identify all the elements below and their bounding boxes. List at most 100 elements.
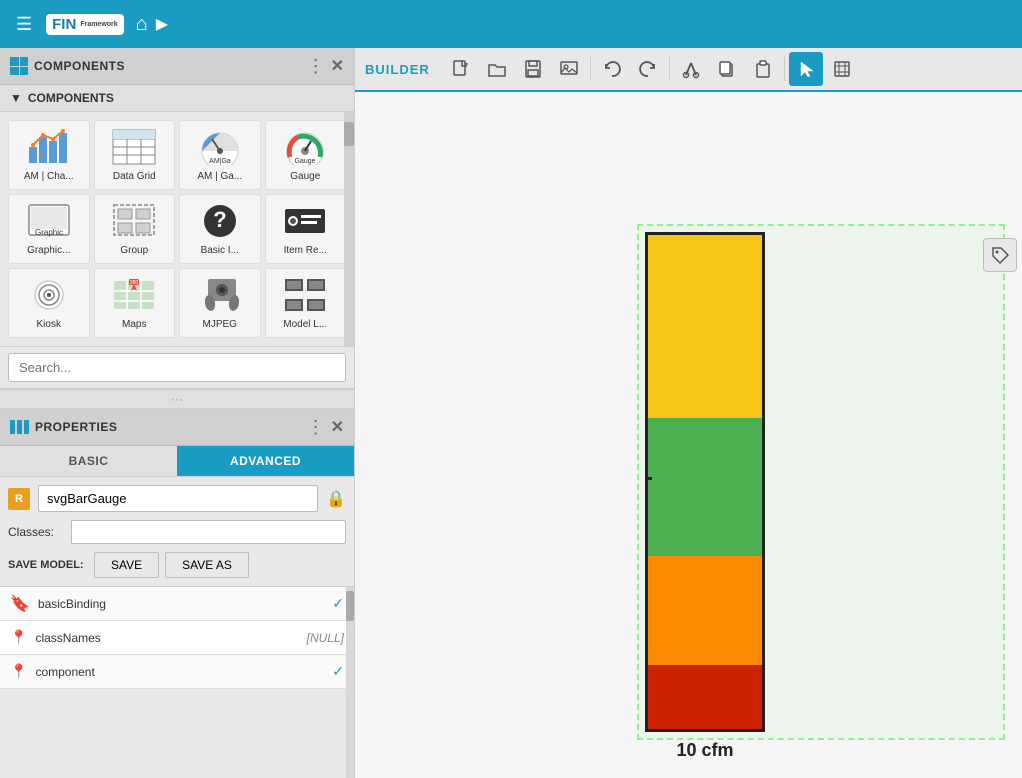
properties-close-button[interactable]: ✕	[331, 417, 344, 437]
main-layout: COMPONENTS ⋮ ✕ ▼ COMPONENTS	[0, 48, 1022, 778]
components-header-icon	[10, 57, 28, 75]
toolbar-separator-2	[669, 57, 670, 81]
properties-scrollbar[interactable]	[346, 587, 354, 778]
gauge-icon: Gauge	[281, 127, 329, 167]
component-amchart[interactable]: AM | Cha...	[8, 120, 90, 190]
lock-icon[interactable]: 🔒	[326, 489, 346, 509]
save-as-button[interactable]: SAVE AS	[165, 552, 249, 578]
tab-advanced[interactable]: ADVANCED	[177, 446, 354, 476]
prop-item-component[interactable]: 📍 component ✓	[0, 655, 354, 689]
properties-panel-header: PROPERTIES ⋮ ✕	[0, 409, 354, 446]
component-pin-icon: 📍	[10, 663, 27, 680]
amchart-label: AM | Cha...	[24, 171, 74, 183]
toolbar-new-button[interactable]	[444, 52, 478, 86]
toolbar-separator-3	[784, 57, 785, 81]
toolbar-redo-button[interactable]	[631, 52, 665, 86]
gauge-label: Gauge	[290, 171, 320, 183]
prop-item-classnames[interactable]: 📍 classNames [NULL]	[0, 621, 354, 655]
svg-text:?: ?	[213, 207, 226, 232]
component-modellink[interactable]: Model L...	[265, 268, 347, 338]
toolbar-image-button[interactable]	[552, 52, 586, 86]
gauge-segment-red	[648, 665, 762, 729]
component-name-input[interactable]: svgBarGauge	[38, 485, 318, 512]
toolbar-copy-button[interactable]	[710, 52, 744, 86]
search-container	[0, 346, 354, 389]
classnames-value: [NULL]	[307, 631, 344, 645]
component-datagrid[interactable]: Data Grid	[94, 120, 176, 190]
toolbar-save-button[interactable]	[516, 52, 550, 86]
toolbar-frame-button[interactable]	[825, 52, 859, 86]
components-close-button[interactable]: ✕	[331, 56, 344, 76]
component-mjpeg[interactable]: MJPEG	[179, 268, 261, 338]
component-gauge[interactable]: Gauge Gauge	[265, 120, 347, 190]
classes-label: Classes:	[8, 525, 63, 539]
gauge-wrapper	[645, 232, 765, 732]
components-dots-menu[interactable]: ⋮	[307, 57, 325, 75]
components-panel-header: COMPONENTS ⋮ ✕	[0, 48, 354, 85]
component-graphic[interactable]: Graphic Graphic...	[8, 194, 90, 264]
component-maps[interactable]: 280 Maps	[94, 268, 176, 338]
property-form: R svgBarGauge 🔒 Classes: SAVE MODEL: SAV…	[0, 477, 354, 586]
basicbinding-name: basicBinding	[38, 597, 324, 611]
panel-drag-handle[interactable]: ···	[0, 389, 354, 409]
component-itemref[interactable]: Item Re...	[265, 194, 347, 264]
amgauge-icon: AM|Ga	[196, 127, 244, 167]
basicinfo-icon: ?	[196, 201, 244, 241]
toolbar-select-button[interactable]	[789, 52, 823, 86]
component-group[interactable]: Group	[94, 194, 176, 264]
gauge-tag-button[interactable]	[983, 238, 1017, 272]
hamburger-menu[interactable]: ☰	[10, 10, 38, 39]
mjpeg-icon	[196, 275, 244, 315]
classes-input[interactable]	[71, 520, 346, 544]
component-r-icon: R	[8, 488, 30, 510]
toolbar-open-button[interactable]	[480, 52, 514, 86]
components-scrollbar[interactable]	[344, 112, 354, 346]
gauge-label-row: 10 cfm	[676, 736, 733, 761]
properties-section: PROPERTIES ⋮ ✕ BASIC ADVANCED R svgBarGa…	[0, 409, 354, 778]
search-input[interactable]	[8, 353, 346, 382]
save-button[interactable]: SAVE	[94, 552, 159, 578]
canvas-area[interactable]: 10 cfm	[355, 92, 1022, 778]
forward-arrow-icon[interactable]: ▶	[156, 14, 168, 34]
gauge-bar-outer	[645, 232, 765, 732]
svg-text:280: 280	[130, 280, 139, 286]
home-icon[interactable]: ⌂	[136, 13, 148, 36]
component-amgauge[interactable]: AM|Ga AM | Ga...	[179, 120, 261, 190]
amchart-icon	[25, 127, 73, 167]
components-title: COMPONENTS	[34, 59, 301, 73]
component-prop-name: component	[35, 665, 324, 679]
components-subheader: ▼ COMPONENTS	[0, 85, 354, 112]
toolbar-undo-button[interactable]	[595, 52, 629, 86]
component-basicinfo[interactable]: ? Basic I...	[179, 194, 261, 264]
maps-label: Maps	[122, 319, 146, 331]
svg-text:AM|Ga: AM|Ga	[209, 158, 231, 165]
group-icon	[110, 201, 158, 241]
toolbar-cut-button[interactable]	[674, 52, 708, 86]
group-label: Group	[120, 245, 148, 257]
toolbar-separator-1	[590, 57, 591, 81]
logo-fin: FIN	[52, 16, 76, 33]
builder-toolbar: BUILDER	[355, 48, 1022, 92]
maps-icon: 280	[110, 275, 158, 315]
toolbar-paste-button[interactable]	[746, 52, 780, 86]
property-list: 🔖 basicBinding ✓ 📍 classNames [NULL] 📍 c…	[0, 586, 354, 778]
gauge-indicator	[645, 477, 652, 480]
prop-item-basicbinding[interactable]: 🔖 basicBinding ✓	[0, 587, 354, 621]
component-kiosk[interactable]: Kiosk	[8, 268, 90, 338]
datagrid-label: Data Grid	[113, 171, 156, 183]
builder-title: BUILDER	[365, 62, 430, 77]
properties-tabs: BASIC ADVANCED	[0, 446, 354, 477]
graphic-label: Graphic...	[27, 245, 70, 257]
components-subtitle: COMPONENTS	[28, 91, 114, 105]
components-collapse-arrow[interactable]: ▼	[10, 91, 22, 105]
gauge-widget[interactable]: 10 cfm	[645, 232, 765, 761]
save-model-row: SAVE MODEL: SAVE SAVE AS	[8, 552, 346, 578]
graphic-icon: Graphic	[25, 201, 73, 241]
properties-title: PROPERTIES	[35, 420, 301, 434]
component-grid: AM | Cha... Data Gr	[0, 112, 354, 346]
properties-dots-menu[interactable]: ⋮	[307, 418, 325, 436]
basicinfo-label: Basic I...	[201, 245, 239, 257]
classes-row: Classes:	[8, 518, 346, 546]
amgauge-label: AM | Ga...	[197, 171, 242, 183]
tab-basic[interactable]: BASIC	[0, 446, 177, 476]
